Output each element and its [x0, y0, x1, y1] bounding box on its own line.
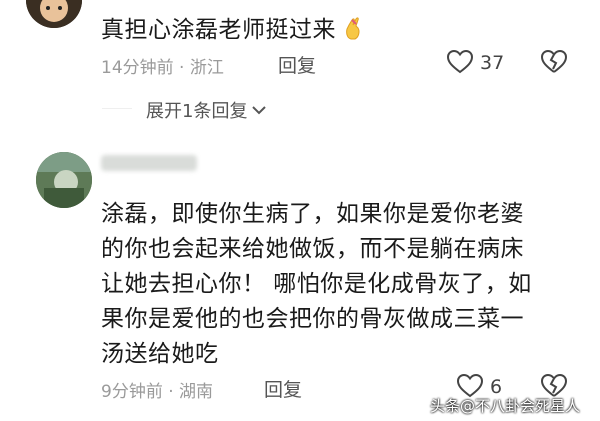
broken-heart-icon — [540, 49, 568, 73]
comment-text-line: 果你是爱他的也会把你的骨灰做成三菜一 — [101, 306, 524, 332]
like-count: 37 — [480, 52, 505, 74]
meta-separator: · — [179, 58, 185, 78]
like-button[interactable] — [446, 49, 474, 79]
dislike-button[interactable] — [540, 49, 568, 79]
fingers-crossed-emoji — [344, 16, 364, 46]
comment-text-line: 的你也会起来给她做饭，而不是躺在病床 — [101, 236, 524, 262]
avatar-image — [26, 0, 82, 28]
username-redacted — [101, 155, 197, 171]
comment-text-line: 涂磊，即使你生病了，如果你是爱你老婆 — [101, 201, 524, 227]
comment-text-line: 让她去担心你！ 哪怕你是化成骨灰了，如 — [101, 271, 532, 297]
comment-time: 9分钟前 — [101, 382, 163, 402]
comment-time: 14分钟前 — [101, 58, 174, 78]
comment-meta: 14分钟前 · 浙江 — [101, 53, 224, 78]
avatar-image — [36, 152, 92, 208]
chevron-down-icon — [252, 106, 267, 115]
avatar[interactable] — [26, 0, 82, 28]
expand-replies-label: 展开1条回复 — [146, 101, 248, 122]
reply-button[interactable]: 回复 — [278, 51, 316, 78]
heart-icon — [446, 49, 474, 74]
comment-meta: 9分钟前 · 湖南 — [101, 377, 213, 402]
comment-text-line: 汤送给她吃 — [101, 341, 219, 367]
comment-location: 浙江 — [189, 58, 224, 78]
meta-separator: · — [168, 382, 174, 402]
expand-divider — [102, 108, 132, 109]
comment-text: 真担心涂磊老师挺过来 — [101, 10, 364, 46]
reply-button[interactable]: 回复 — [264, 375, 302, 402]
comment-location: 湖南 — [179, 382, 214, 402]
avatar[interactable] — [36, 152, 92, 208]
expand-replies-button[interactable]: 展开1条回复 — [146, 97, 267, 123]
watermark: 头条@不八卦会死星人 — [430, 397, 581, 415]
